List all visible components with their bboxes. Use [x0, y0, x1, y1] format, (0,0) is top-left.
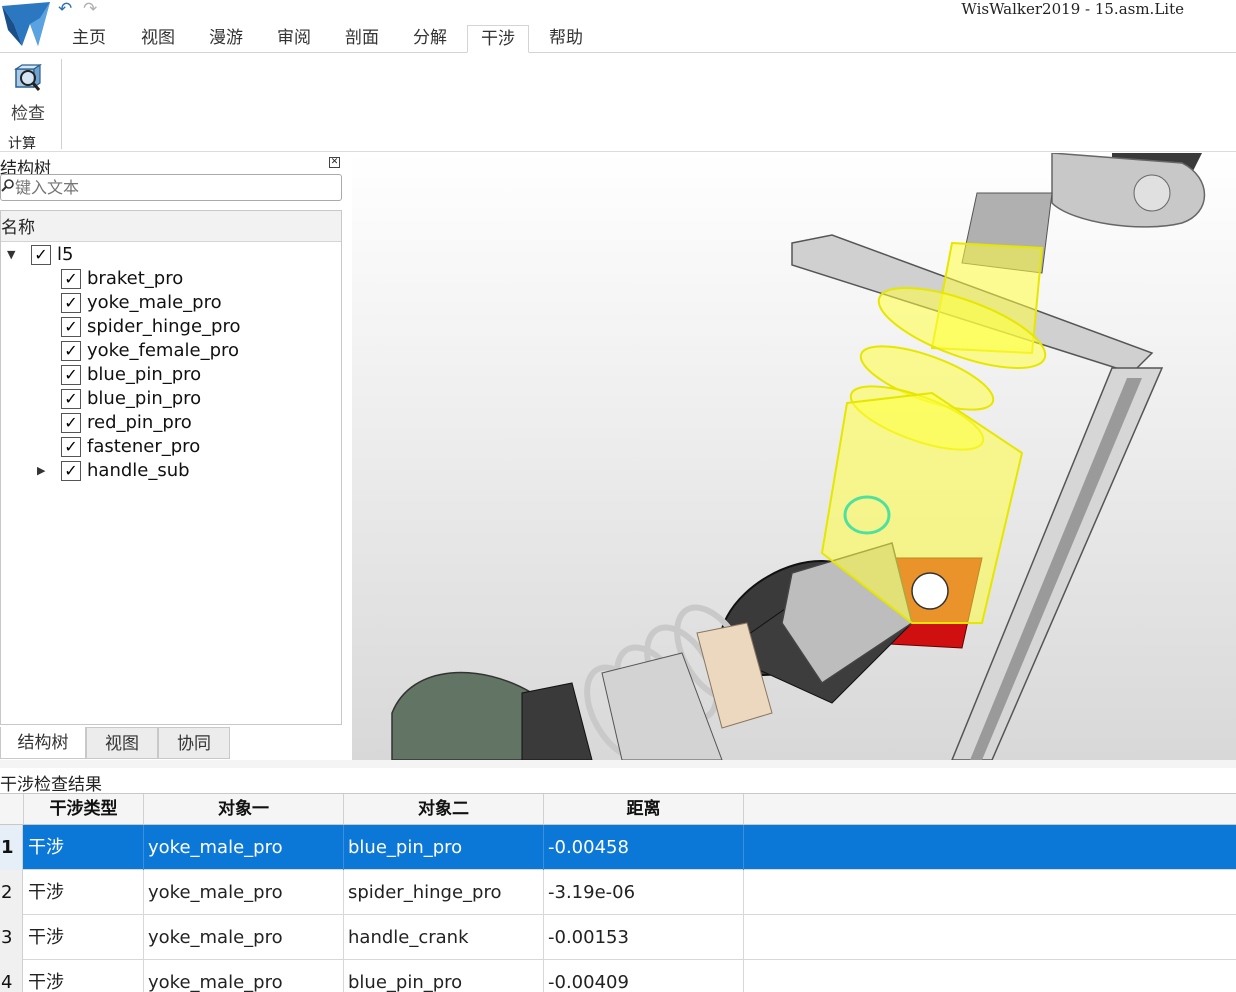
- title-bar: ↶ ↷ WisWalker2019 - 15.asm.Lite: [0, 0, 1236, 46]
- tree-item-label: yoke_male_pro: [87, 292, 222, 313]
- cell-object2: blue_pin_pro: [344, 825, 544, 870]
- tree-item-label: handle_sub: [87, 460, 190, 481]
- item-checkbox[interactable]: ✓: [61, 389, 81, 409]
- search-box: [0, 174, 342, 201]
- tab-review[interactable]: 审阅: [263, 25, 325, 53]
- item-checkbox[interactable]: ✓: [61, 293, 81, 313]
- search-input[interactable]: [15, 176, 335, 199]
- tree-column-header: 名称: [1, 211, 341, 242]
- cell-distance: -3.19e-06: [544, 870, 744, 915]
- tab-view[interactable]: 视图: [127, 25, 189, 53]
- tree-root-row[interactable]: ▼ ✓ l5: [1, 243, 331, 267]
- interference-results-table: 干涉类型 对象一 对象二 距离 1 干涉 yoke_male_pro blue_…: [0, 793, 1236, 992]
- tab-collaborate[interactable]: 协同: [158, 727, 230, 759]
- table-row[interactable]: 2 干涉 yoke_male_pro spider_hinge_pro -3.1…: [0, 870, 1236, 915]
- table-row[interactable]: 4 干涉 yoke_male_pro blue_pin_pro -0.00409: [0, 960, 1236, 992]
- item-checkbox[interactable]: ✓: [61, 317, 81, 337]
- cell-distance: -0.00409: [544, 960, 744, 992]
- cell-type: 干涉: [24, 960, 144, 992]
- root-checkbox[interactable]: ✓: [31, 245, 51, 265]
- tab-views[interactable]: 视图: [86, 727, 158, 759]
- tab-walkthrough[interactable]: 漫游: [195, 25, 257, 53]
- item-checkbox[interactable]: ✓: [61, 341, 81, 361]
- 3d-viewport[interactable]: [352, 153, 1236, 760]
- item-checkbox[interactable]: ✓: [61, 365, 81, 385]
- row-number: 3: [0, 915, 23, 960]
- column-header-object1[interactable]: 对象一: [144, 794, 344, 825]
- tree-item-red-pin[interactable]: ✓ red_pin_pro: [1, 411, 331, 435]
- tree-item-label: yoke_female_pro: [87, 340, 240, 361]
- tree-item-label: braket_pro: [87, 268, 184, 289]
- panel-splitter[interactable]: [0, 760, 1236, 768]
- tab-section[interactable]: 剖面: [331, 25, 393, 53]
- row-number: 2: [0, 870, 23, 915]
- tree-item-blue-pin-2[interactable]: ✓ blue_pin_pro: [1, 387, 331, 411]
- cell-object2: handle_crank: [344, 915, 544, 960]
- tree-view: 名称 ▼ ✓ l5 ✓ braket_pro ✓ yoke_male_pro ✓…: [0, 210, 342, 725]
- inspect-button[interactable]: 检查: [4, 61, 52, 124]
- column-header-distance[interactable]: 距离: [544, 794, 744, 825]
- tab-structure-tree[interactable]: 结构树: [0, 727, 86, 759]
- collapse-arrow-icon[interactable]: ▶: [37, 459, 45, 483]
- item-checkbox[interactable]: ✓: [61, 461, 81, 481]
- table-corner: [0, 794, 24, 825]
- search-icon: [1, 179, 14, 192]
- table-row[interactable]: 1 干涉 yoke_male_pro blue_pin_pro -0.00458: [0, 825, 1236, 870]
- cell-object1: yoke_male_pro: [144, 960, 344, 992]
- results-title: 干涉检查结果: [0, 775, 102, 795]
- ribbon: 检查 计算: [0, 53, 1236, 152]
- cell-object2: spider_hinge_pro: [344, 870, 544, 915]
- table-row[interactable]: 3 干涉 yoke_male_pro handle_crank -0.00153: [0, 915, 1236, 960]
- tree-item-label: spider_hinge_pro: [87, 316, 241, 337]
- tree-item-spider-hinge[interactable]: ✓ spider_hinge_pro: [1, 315, 331, 339]
- assembly-model-render: [391, 153, 1206, 760]
- close-icon[interactable]: ✕: [329, 157, 340, 168]
- tree-item-label: red_pin_pro: [87, 412, 192, 433]
- tree-item-label: blue_pin_pro: [87, 364, 202, 385]
- item-checkbox[interactable]: ✓: [61, 437, 81, 457]
- column-header-object2[interactable]: 对象二: [344, 794, 544, 825]
- redo-icon[interactable]: ↷: [83, 0, 97, 18]
- tab-interference[interactable]: 干涉: [467, 25, 529, 53]
- tree-item-yoke-female[interactable]: ✓ yoke_female_pro: [1, 339, 331, 363]
- tree-item-handle-sub[interactable]: ▶ ✓ handle_sub: [1, 459, 331, 483]
- row-number: 1: [0, 825, 23, 870]
- item-checkbox[interactable]: ✓: [61, 413, 81, 433]
- cell-object1: yoke_male_pro: [144, 825, 344, 870]
- structure-tree-panel: 结构树 ✕ 名称 ▼ ✓ l5 ✓ braket_pro ✓ yoke_male…: [0, 153, 346, 760]
- cell-distance: -0.00458: [544, 825, 744, 870]
- tree-item-label: l5: [57, 244, 74, 265]
- app-title: WisWalker2019 - 15.asm.Lite: [961, 0, 1184, 18]
- tree-item-label: blue_pin_pro: [87, 388, 202, 409]
- tab-explode[interactable]: 分解: [399, 25, 461, 53]
- column-header-filler: [744, 794, 1236, 825]
- item-checkbox[interactable]: ✓: [61, 269, 81, 289]
- tree-item-blue-pin-1[interactable]: ✓ blue_pin_pro: [1, 363, 331, 387]
- cell-type: 干涉: [24, 870, 144, 915]
- cell-distance: -0.00153: [544, 915, 744, 960]
- menu-tab-bar: 主页 视图 漫游 审阅 剖面 分解 干涉 帮助: [0, 22, 1236, 53]
- cell-object2: blue_pin_pro: [344, 960, 544, 992]
- column-header-type[interactable]: 干涉类型: [24, 794, 144, 825]
- cell-type: 干涉: [24, 915, 144, 960]
- tree-item-braket[interactable]: ✓ braket_pro: [1, 267, 331, 291]
- cell-object1: yoke_male_pro: [144, 870, 344, 915]
- tab-home[interactable]: 主页: [58, 25, 120, 53]
- cell-type: 干涉: [24, 825, 144, 870]
- undo-icon[interactable]: ↶: [58, 0, 72, 18]
- ribbon-group-label: 计算: [8, 136, 36, 152]
- ribbon-divider: [61, 59, 62, 149]
- tree-item-fastener[interactable]: ✓ fastener_pro: [1, 435, 331, 459]
- left-panel-tabs: 结构树 视图 协同: [0, 727, 346, 760]
- inspect-label: 检查: [11, 104, 45, 124]
- tree-item-label: fastener_pro: [87, 436, 201, 457]
- inspect-icon: [14, 63, 42, 91]
- tab-help[interactable]: 帮助: [535, 25, 597, 53]
- row-number: 4: [0, 960, 23, 992]
- tree-item-yoke-male[interactable]: ✓ yoke_male_pro: [1, 291, 331, 315]
- cell-object1: yoke_male_pro: [144, 915, 344, 960]
- expand-arrow-icon[interactable]: ▼: [7, 243, 15, 267]
